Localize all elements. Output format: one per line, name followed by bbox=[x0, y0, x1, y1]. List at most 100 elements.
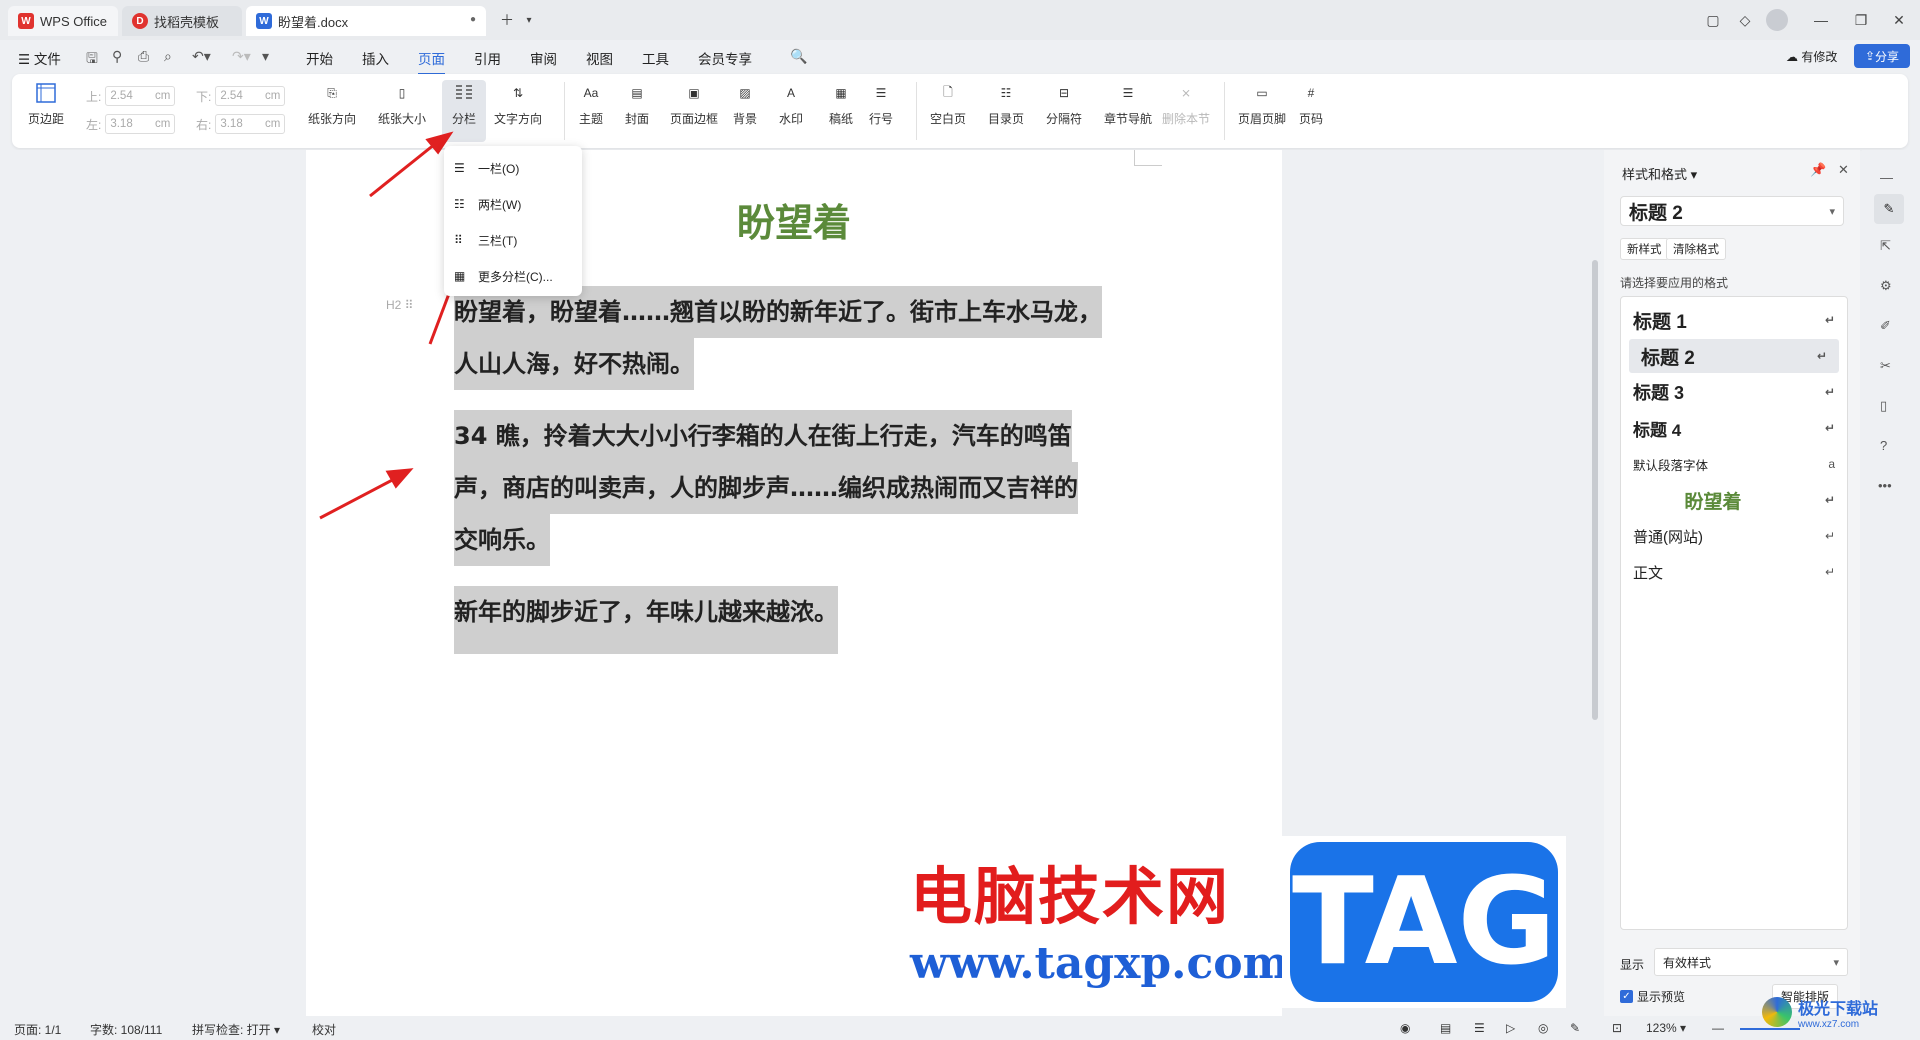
page-count[interactable]: 页面: 1/1 bbox=[14, 1021, 61, 1038]
cover-button[interactable]: ▤ 封面 bbox=[624, 80, 650, 127]
style-heading-2[interactable]: 标题 2 ↵ bbox=[1629, 339, 1839, 373]
print-icon[interactable]: ⎙ bbox=[138, 48, 149, 65]
paragraph-line[interactable]: 声，商店的叫卖声，人的脚步声……编织成热闹而又吉祥的 bbox=[454, 462, 1078, 514]
separator-button[interactable]: ⊟ 分隔符 bbox=[1046, 80, 1082, 127]
margins-button[interactable]: 页边距 bbox=[28, 80, 64, 127]
paragraph-line[interactable]: 34 瞧，拎着大大小小行李箱的人在街上行走，汽车的鸣笛 bbox=[454, 410, 1072, 462]
margin-left-field[interactable]: 左: 3.18 cm bbox=[86, 114, 176, 134]
outline-view-icon[interactable]: ☰ bbox=[1474, 1021, 1485, 1035]
margin-bottom-field[interactable]: 下: 2.54 cm bbox=[196, 86, 286, 106]
menu-references[interactable]: 引用 bbox=[474, 48, 501, 68]
tab-wps-office[interactable]: W WPS Office bbox=[8, 6, 118, 36]
menu-member[interactable]: 会员专享 bbox=[698, 48, 752, 68]
panel-title[interactable]: 样式和格式 ▾ bbox=[1622, 164, 1697, 183]
paragraph-line[interactable]: 人山人海，好不热闹。 bbox=[454, 338, 694, 390]
more-columns-option[interactable]: ▦ 更多分栏(C)... bbox=[454, 262, 553, 290]
edit-icon[interactable]: ✐ bbox=[1880, 318, 1891, 334]
menu-review[interactable]: 审阅 bbox=[530, 48, 557, 68]
adjust-icon[interactable]: ⚙ bbox=[1880, 278, 1892, 294]
chapter-nav-button[interactable]: ☰ 章节导航 bbox=[1104, 80, 1152, 127]
chevron-down-icon[interactable]: ▾ bbox=[518, 9, 540, 31]
proofread-button[interactable]: 校对 bbox=[312, 1021, 336, 1038]
margin-top-field[interactable]: 上: 2.54 cm bbox=[86, 86, 176, 106]
minimize-icon[interactable]: — bbox=[1810, 9, 1832, 31]
style-heading-4[interactable]: 标题 4 ↵ bbox=[1621, 411, 1847, 445]
collapse-icon[interactable]: — bbox=[1880, 170, 1893, 185]
menu-tools[interactable]: 工具 bbox=[642, 48, 669, 68]
style-default-paragraph-font[interactable]: 默认段落字体 a bbox=[1621, 447, 1847, 481]
margin-right-field[interactable]: 右: 3.18 cm bbox=[196, 114, 286, 134]
menu-view[interactable]: 视图 bbox=[586, 48, 613, 68]
select-icon[interactable]: ⇱ bbox=[1880, 238, 1891, 254]
new-style-button[interactable]: 新样式 bbox=[1620, 238, 1669, 260]
text-direction-button[interactable]: ⇅ 文字方向 bbox=[494, 80, 542, 127]
eye-icon[interactable]: ◉ bbox=[1400, 1021, 1410, 1035]
tab-document[interactable]: W 盼望着.docx ● bbox=[246, 6, 486, 36]
save-icon[interactable]: 🖫 bbox=[86, 48, 98, 72]
new-tab-icon[interactable]: ＋ bbox=[496, 9, 518, 31]
spell-check-status[interactable]: 拼写检查: 打开 ▾ bbox=[192, 1021, 280, 1038]
show-preview-checkbox[interactable]: ✓ 显示预览 bbox=[1620, 988, 1685, 1005]
toc-page-button[interactable]: ☷ 目录页 bbox=[988, 80, 1024, 127]
manuscript-button[interactable]: ▦ 稿纸 bbox=[828, 80, 854, 127]
word-count[interactable]: 字数: 108/111 bbox=[90, 1021, 162, 1038]
cube-icon[interactable]: ◇ bbox=[1734, 9, 1756, 31]
background-button[interactable]: ▨ 背景 bbox=[732, 80, 758, 127]
search-icon[interactable]: 🔍 bbox=[790, 48, 807, 65]
blank-page-button[interactable]: 🗋 空白页 bbox=[930, 80, 966, 127]
zoom-level[interactable]: 123% ▾ bbox=[1646, 1021, 1686, 1035]
style-custom-title[interactable]: 盼望着 ↵ bbox=[1621, 483, 1847, 517]
play-icon[interactable]: ▷ bbox=[1506, 1021, 1515, 1035]
page-number-button[interactable]: # 页码 bbox=[1298, 80, 1324, 127]
style-heading-1[interactable]: 标题 1 ↵ bbox=[1621, 303, 1847, 337]
style-body-text[interactable]: 正文 ↵ bbox=[1621, 555, 1847, 589]
tab-docer-templates[interactable]: D 找稻壳模板 bbox=[122, 6, 242, 36]
modified-status[interactable]: ☁ 有修改 bbox=[1786, 48, 1837, 65]
two-columns-option[interactable]: ☷ 两栏(W) bbox=[454, 190, 521, 218]
show-style-select[interactable]: 有效样式 ▾ bbox=[1654, 948, 1848, 976]
current-style-select[interactable]: 标题 2 ▾ bbox=[1620, 196, 1844, 226]
fit-icon[interactable]: ⊡ bbox=[1612, 1021, 1622, 1035]
avatar[interactable] bbox=[1766, 9, 1788, 31]
tools-icon[interactable]: ✂ bbox=[1880, 358, 1891, 374]
menu-page[interactable]: 页面 bbox=[418, 48, 445, 75]
vertical-scrollbar[interactable] bbox=[1590, 160, 1600, 1016]
styles-pen-icon[interactable]: ✎ bbox=[1874, 194, 1904, 224]
page-border-button[interactable]: ▣ 页面边框 bbox=[670, 80, 718, 127]
paragraph-line[interactable]: 交响乐。 bbox=[454, 514, 550, 566]
undo-icon[interactable]: ↶▾ bbox=[192, 48, 211, 65]
pin-icon[interactable]: 📌 bbox=[1810, 162, 1826, 178]
line-numbers-button[interactable]: ☰ 行号 bbox=[868, 80, 894, 127]
clear-format-button[interactable]: 清除格式 bbox=[1666, 238, 1726, 260]
paragraph-line[interactable]: 新年的脚步近了，年味儿越来越浓。 bbox=[454, 586, 838, 654]
restore-icon[interactable]: ❐ bbox=[1850, 9, 1872, 31]
menu-start[interactable]: 开始 bbox=[306, 48, 333, 68]
header-footer-button[interactable]: ▭ 页眉页脚 bbox=[1238, 80, 1286, 127]
watermark-button[interactable]: A 水印 bbox=[778, 80, 804, 127]
style-heading-3[interactable]: 标题 3 ↵ bbox=[1621, 375, 1847, 409]
document-body[interactable]: 盼望着，盼望着……翘首以盼的新年近了。街市上车水马龙， 人山人海，好不热闹。 3… bbox=[454, 286, 1134, 654]
link-icon[interactable]: ⚲ bbox=[112, 48, 122, 65]
print-preview-icon[interactable]: ⌕ bbox=[164, 48, 172, 65]
one-column-option[interactable]: ☰ 一栏(O) bbox=[454, 154, 519, 182]
scrollbar-thumb[interactable] bbox=[1592, 260, 1598, 720]
zoom-out-icon[interactable]: — bbox=[1712, 1021, 1724, 1035]
close-panel-icon[interactable]: ✕ bbox=[1838, 162, 1849, 178]
style-normal-web[interactable]: 普通(网站) ↵ bbox=[1621, 519, 1847, 553]
redo-icon[interactable]: ↷▾ bbox=[232, 48, 251, 65]
more-icon[interactable]: ••• bbox=[1878, 478, 1892, 493]
close-icon[interactable]: ✕ bbox=[1888, 9, 1910, 31]
help-icon[interactable]: ? bbox=[1880, 438, 1887, 453]
theme-button[interactable]: Aa 主题 bbox=[578, 80, 604, 127]
reader-icon[interactable]: ▯ bbox=[1880, 398, 1887, 414]
layout-icon[interactable]: ▢ bbox=[1702, 9, 1724, 31]
file-menu[interactable]: ☰ 文件 bbox=[18, 48, 61, 68]
delete-section-button[interactable]: ⨯ 删除本节 bbox=[1162, 80, 1210, 127]
share-button[interactable]: ⇪ 分享 bbox=[1854, 44, 1910, 68]
more-chevron-icon[interactable]: ▾ bbox=[262, 48, 269, 65]
three-columns-option[interactable]: ⠿ 三栏(T) bbox=[454, 226, 517, 254]
page-view-icon[interactable]: ▤ bbox=[1440, 1021, 1451, 1035]
web-view-icon[interactable]: ◎ bbox=[1538, 1021, 1548, 1035]
pen-icon[interactable]: ✎ bbox=[1570, 1021, 1580, 1035]
unsaved-dot-icon[interactable]: ● bbox=[470, 14, 476, 25]
